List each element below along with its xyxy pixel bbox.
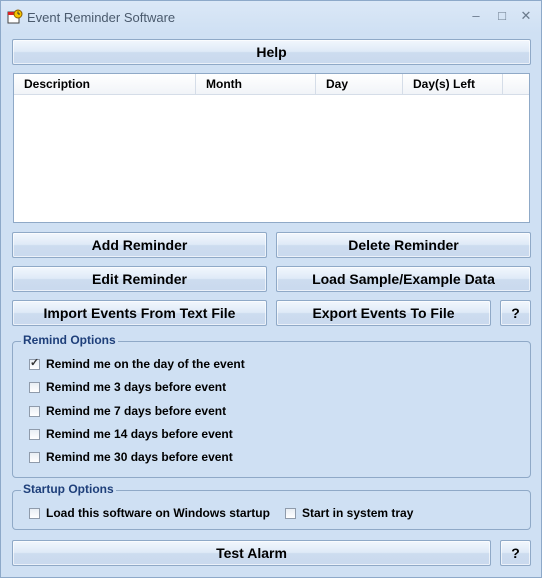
checkbox[interactable] [29, 507, 40, 519]
close-button[interactable]: ✕ [515, 7, 537, 25]
add-reminder-button[interactable]: Add Reminder [12, 232, 267, 258]
import-events-button[interactable]: Import Events From Text File [12, 300, 267, 326]
remind-options-group: Remind Options Remind me on the day of t… [12, 333, 531, 478]
checkbox[interactable] [29, 381, 40, 393]
column-month[interactable]: Month [196, 74, 316, 94]
maximize-button[interactable]: □ [491, 7, 513, 25]
calendar-clock-icon [7, 9, 23, 24]
column-days-left[interactable]: Day(s) Left [403, 74, 503, 94]
checkbox-label: Load this software on Windows startup [46, 506, 270, 520]
test-alarm-help-button[interactable]: ? [500, 540, 531, 566]
checkbox-label: Remind me 14 days before event [46, 427, 233, 441]
help-button[interactable]: Help [12, 39, 531, 65]
test-alarm-button[interactable]: Test Alarm [12, 540, 491, 566]
checkbox-label: Remind me 3 days before event [46, 380, 227, 394]
load-sample-data-button[interactable]: Load Sample/Example Data [276, 266, 531, 292]
startup-options-title: Startup Options [21, 482, 116, 496]
list-header: Description Month Day Day(s) Left [14, 74, 529, 95]
column-day[interactable]: Day [316, 74, 403, 94]
checkbox-label: Remind me on the day of the event [46, 357, 245, 371]
app-window: Event Reminder Software – □ ✕ Help Descr… [0, 0, 542, 578]
remind-day-of-option[interactable]: Remind me on the day of the event [29, 356, 245, 371]
checkbox[interactable] [29, 405, 40, 417]
title-bar: Event Reminder Software – □ ✕ [1, 1, 541, 33]
remind-30-days-option[interactable]: Remind me 30 days before event [29, 450, 233, 464]
events-list[interactable]: Description Month Day Day(s) Left [13, 73, 530, 223]
minimize-button[interactable]: – [465, 7, 487, 25]
checkbox-label: Start in system tray [302, 506, 414, 520]
start-in-tray-option[interactable]: Start in system tray [285, 506, 413, 520]
edit-reminder-button[interactable]: Edit Reminder [12, 266, 267, 292]
checkbox[interactable] [285, 507, 296, 519]
export-help-button[interactable]: ? [500, 300, 531, 326]
remind-14-days-option[interactable]: Remind me 14 days before event [29, 427, 233, 441]
remind-7-days-option[interactable]: Remind me 7 days before event [29, 404, 226, 418]
window-title: Event Reminder Software [27, 10, 176, 25]
load-on-startup-option[interactable]: Load this software on Windows startup [29, 506, 270, 520]
column-description[interactable]: Description [14, 74, 196, 94]
delete-reminder-button[interactable]: Delete Reminder [276, 232, 531, 258]
checkbox[interactable] [29, 356, 40, 370]
remind-3-days-option[interactable]: Remind me 3 days before event [29, 380, 226, 394]
checkbox[interactable] [29, 428, 40, 440]
checkbox-label: Remind me 30 days before event [46, 450, 233, 464]
remind-options-title: Remind Options [21, 333, 118, 347]
export-events-button[interactable]: Export Events To File [276, 300, 491, 326]
checkbox-label: Remind me 7 days before event [46, 404, 227, 418]
startup-options-group: Startup Options Load this software on Wi… [12, 482, 531, 530]
checkbox[interactable] [29, 451, 40, 463]
